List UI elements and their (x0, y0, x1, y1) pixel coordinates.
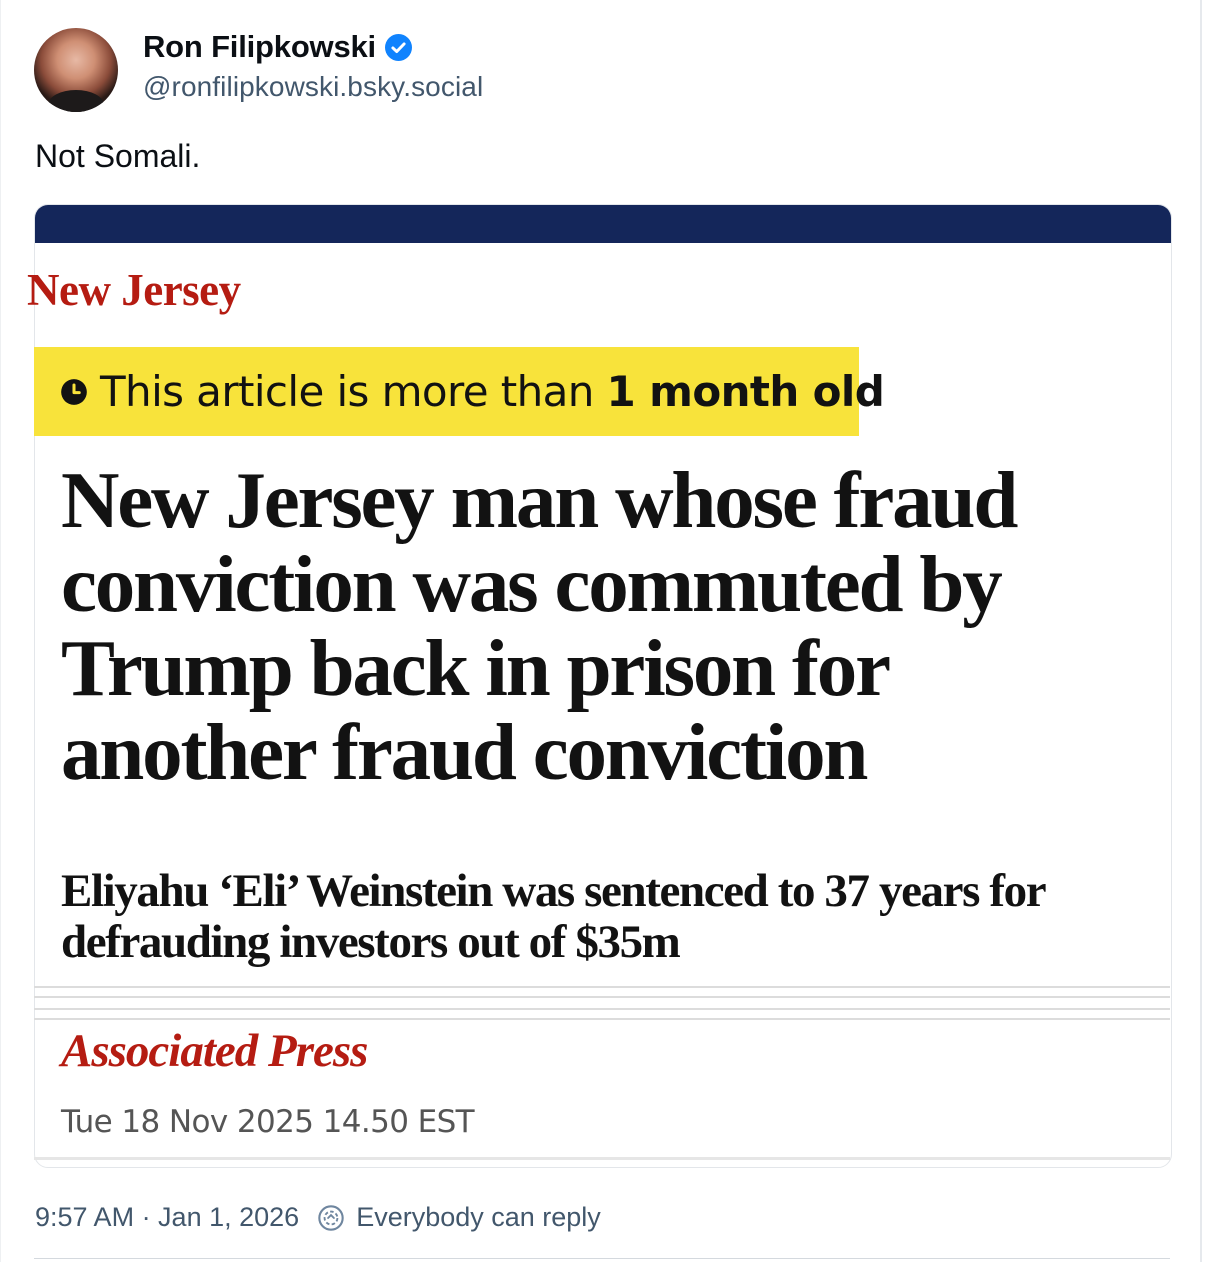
reply-settings-icon (318, 1204, 344, 1231)
notice-prefix: This article is more than (100, 367, 607, 416)
notice-bold: 1 month old (606, 367, 885, 416)
notice-text: This article is more than 1 month old (100, 367, 885, 416)
headline-line: another fraud conviction (61, 707, 868, 797)
verified-badge-icon[interactable] (384, 33, 412, 61)
article-dateline: Tue 18 Nov 2025 14.50 EST (61, 1104, 475, 1140)
post-thread-view: Ron Filipkowski @ronfilipkowski.bsky.soc… (0, 0, 1202, 1262)
article-standfirst: Eliyahu ‘Eli’ Weinstein was sentenced to… (61, 866, 1151, 968)
divider (34, 996, 1170, 998)
headline-line: New Jersey man whose fraud (61, 455, 1018, 545)
headline-line: Trump back in prison for (61, 623, 891, 713)
article-headline: New Jersey man whose fraud conviction wa… (61, 458, 1151, 794)
standfirst-line: Eliyahu ‘Eli’ Weinstein was sentenced to… (61, 865, 1047, 917)
display-name[interactable]: Ron Filipkowski (143, 29, 376, 65)
divider (34, 1018, 1170, 1020)
divider (34, 1157, 1170, 1160)
author-row: Ron Filipkowski @ronfilipkowski.bsky.soc… (34, 28, 483, 112)
article-top-bar (35, 205, 1171, 243)
standfirst-line: defrauding investors out of $35m (61, 916, 681, 968)
article-age-notice: This article is more than 1 month old (34, 347, 885, 436)
author-text: Ron Filipkowski @ronfilipkowski.bsky.soc… (143, 29, 483, 103)
article-section-label: New Jersey (27, 265, 241, 315)
clock-icon (61, 378, 87, 405)
avatar[interactable] (34, 28, 118, 112)
divider (34, 986, 1170, 988)
divider (34, 1258, 1170, 1259)
headline-line: conviction was commuted by (61, 539, 1003, 629)
post-text: Not Somali. (35, 138, 201, 174)
post-meta: 9:57 AM · Jan 1, 2026 Everybody can repl… (35, 1202, 601, 1233)
reply-setting-label[interactable]: Everybody can reply (356, 1202, 601, 1233)
article-byline: Associated Press (61, 1025, 368, 1077)
post-timestamp[interactable]: 9:57 AM · Jan 1, 2026 (35, 1202, 299, 1233)
name-line: Ron Filipkowski (143, 29, 483, 65)
divider (34, 1008, 1170, 1010)
author-handle[interactable]: @ronfilipkowski.bsky.social (143, 71, 483, 103)
